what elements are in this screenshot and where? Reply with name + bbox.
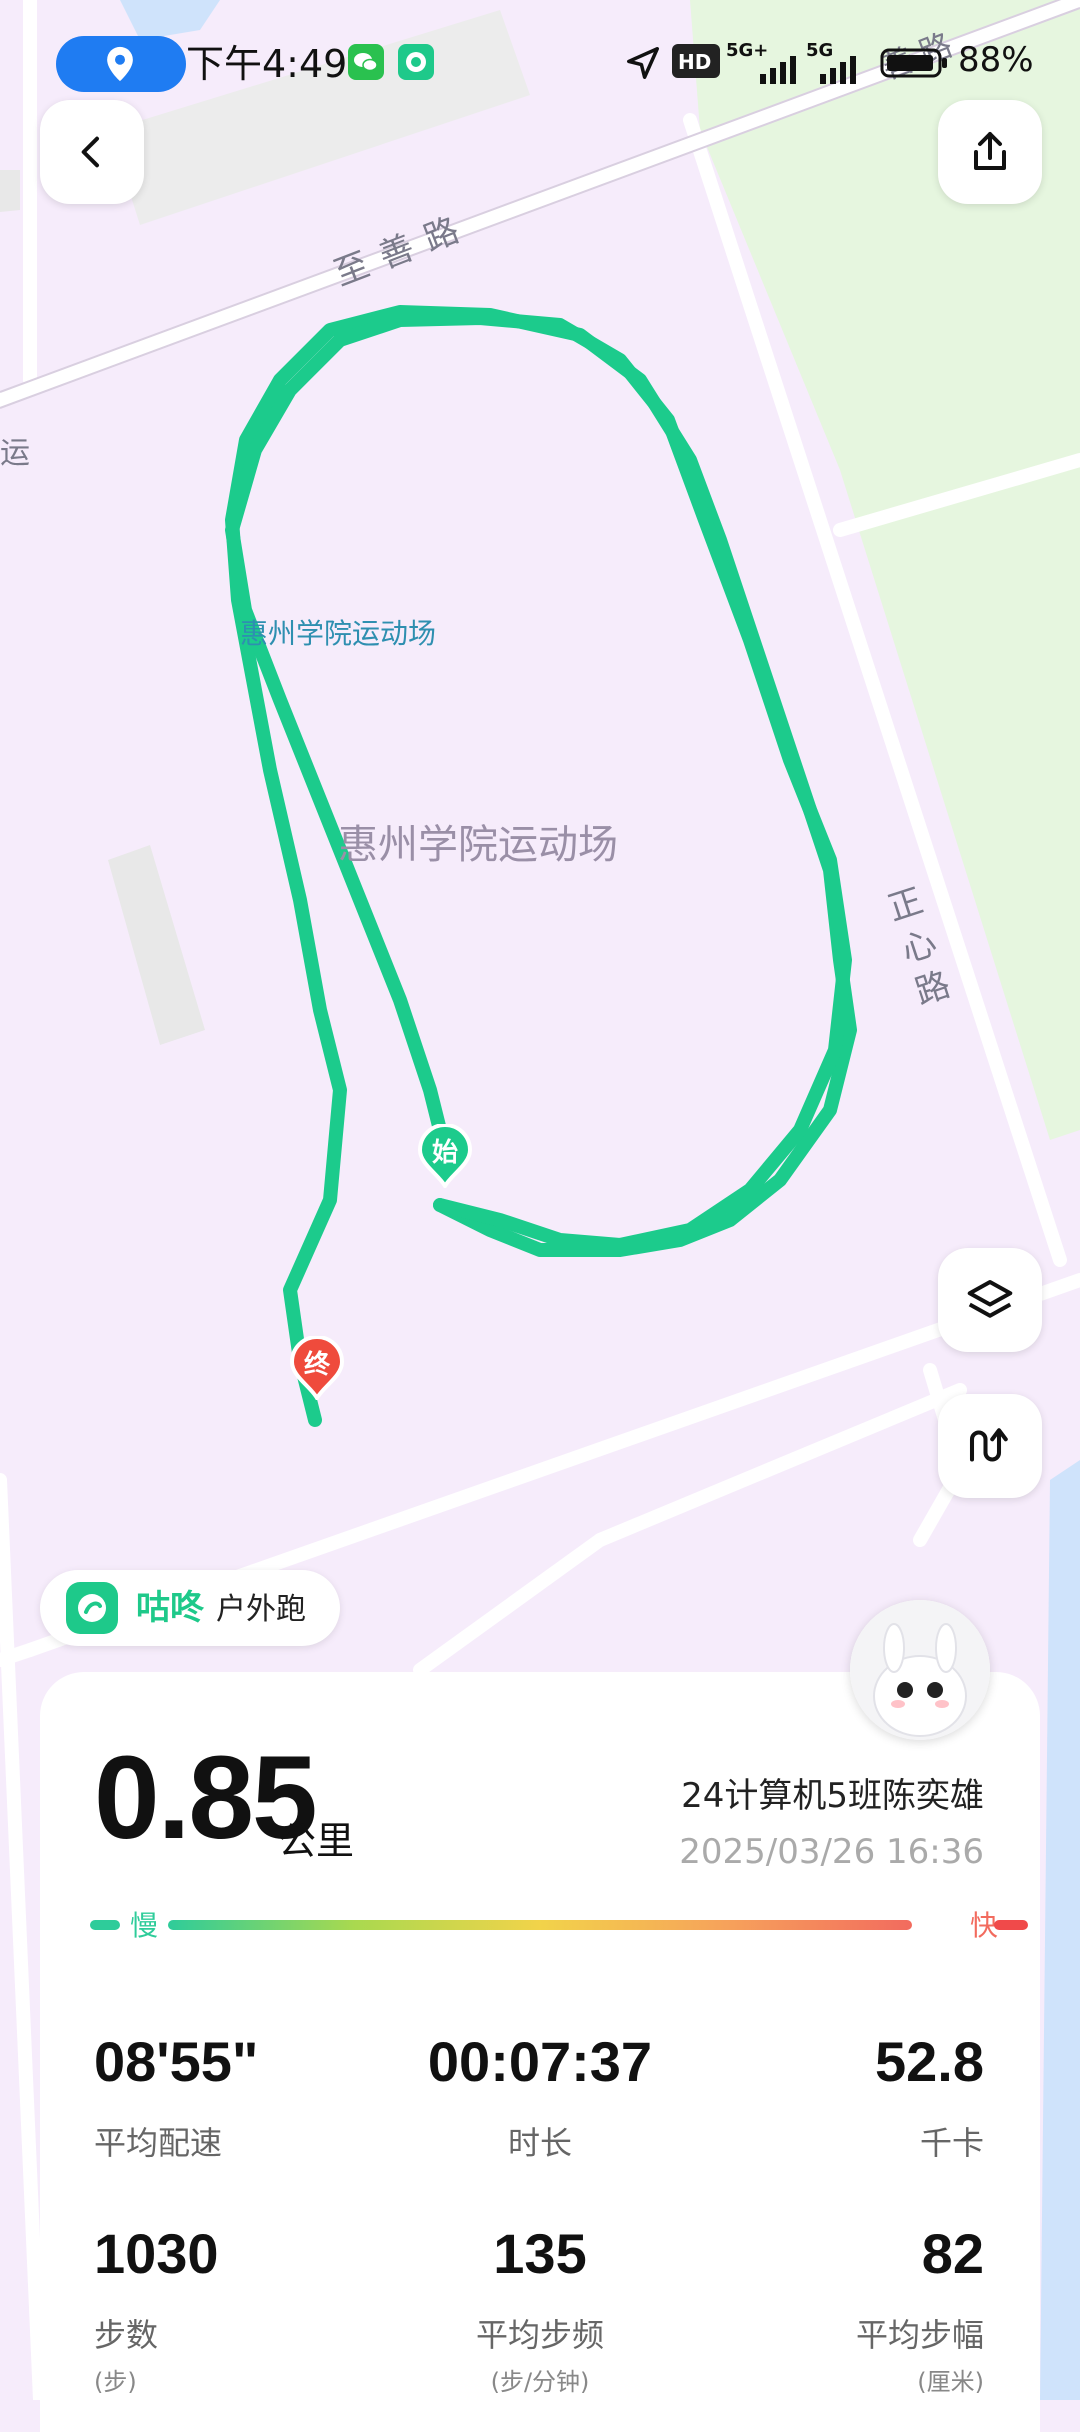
cadence-unit: (步/分钟) — [490, 2368, 590, 2396]
steps-unit: (步) — [94, 2368, 137, 2396]
avatar[interactable] — [850, 1600, 990, 1740]
steps-value: 1030 — [94, 2222, 219, 2285]
pace-fast-swatch — [994, 1920, 1028, 1930]
location-indicator[interactable] — [56, 36, 186, 92]
calories-value: 52.8 — [875, 2030, 984, 2093]
gps-arrow-icon — [624, 44, 662, 86]
share-icon — [974, 132, 1006, 170]
start-marker-label: 始 — [431, 1138, 458, 1168]
road-label-partial-left: 运 — [0, 436, 30, 471]
pace-gradient-bar — [168, 1920, 912, 1930]
route-icon — [969, 1428, 1008, 1462]
location-pin-icon — [107, 46, 133, 82]
stride-unit: (厘米) — [917, 2368, 984, 2396]
user-name: 24计算机5班陈奕雄 — [681, 1776, 984, 1816]
venue-label: 惠州学院运动场 — [240, 617, 437, 650]
route-mode-button[interactable] — [938, 1394, 1042, 1498]
avg-pace-value: 08'55" — [94, 2030, 259, 2093]
share-button[interactable] — [938, 100, 1042, 204]
pace-slow-label: 慢 — [130, 1909, 159, 1942]
venue-label-large: 惠州学院运动场 — [338, 822, 618, 868]
activity-summary-card: 0.85 公里 24计算机5班陈奕雄 2025/03/26 16:36 慢 快 … — [40, 1672, 1040, 2432]
avg-pace-label: 平均配速 — [94, 2124, 223, 2162]
pace-legend: 慢 快 — [90, 1896, 1030, 1956]
layers-icon — [967, 1279, 1013, 1318]
end-marker-label: 终 — [303, 1350, 330, 1380]
chevron-left-icon — [81, 136, 99, 168]
codoon-logo-icon — [66, 1582, 118, 1634]
activity-datetime: 2025/03/26 16:36 — [679, 1832, 984, 1872]
battery-percent: 88% — [958, 40, 1034, 80]
wechat-icon — [348, 44, 384, 84]
activity-mode: 户外跑 — [216, 1592, 306, 1627]
hd-icon: HD — [672, 44, 720, 82]
signal-icon-1 — [730, 50, 802, 88]
duration-label: 时长 — [507, 2124, 572, 2162]
app-brand-badge: 咕咚 户外跑 — [40, 1570, 340, 1646]
codoon-notify-icon — [398, 44, 434, 84]
cadence-label: 平均步频 — [475, 2316, 604, 2354]
status-time: 下午4:49 — [186, 42, 348, 86]
duration-value: 00:07:37 — [427, 2030, 653, 2093]
start-marker: 始 — [417, 1123, 473, 1190]
battery-icon — [880, 46, 950, 84]
cadence-value: 135 — [493, 2222, 587, 2285]
pace-slow-swatch — [90, 1920, 120, 1930]
svg-text:HD: HD — [678, 50, 711, 74]
stride-value: 82 — [921, 2222, 984, 2285]
back-button[interactable] — [40, 100, 144, 204]
calories-label: 千卡 — [919, 2124, 984, 2162]
steps-label: 步数 — [94, 2316, 159, 2354]
signal-icon-2 — [810, 50, 870, 88]
status-bar: 下午4:49 HD 5G+ 5G 88% — [0, 0, 1080, 120]
brand-name: 咕咚 — [136, 1588, 204, 1628]
end-marker: 终 — [289, 1335, 345, 1402]
distance-unit: 公里 — [278, 1819, 355, 1863]
layers-button[interactable] — [938, 1248, 1042, 1352]
stride-label: 平均步幅 — [855, 2316, 984, 2354]
